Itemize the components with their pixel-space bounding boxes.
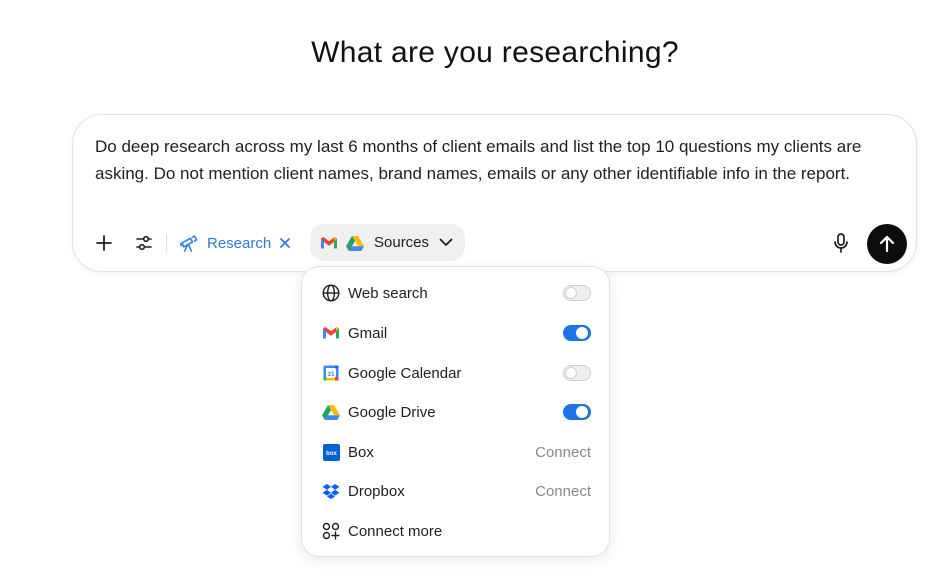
- menu-item-label: Box: [348, 443, 374, 461]
- composer-toolbar: Research Sources: [73, 224, 916, 264]
- google-calendar-icon: 31: [322, 364, 340, 382]
- chevron-down-icon: [439, 238, 453, 247]
- gmail-icon: [320, 236, 338, 250]
- menu-item-label: Connect more: [348, 522, 443, 540]
- send-button[interactable]: [867, 224, 907, 264]
- add-button[interactable]: [85, 224, 123, 262]
- dropbox-connect-link[interactable]: Connect: [535, 483, 591, 500]
- gmail-icon: [322, 324, 340, 342]
- prompt-input[interactable]: Do deep research across my last 6 months…: [95, 134, 895, 187]
- microphone-icon: [834, 233, 848, 253]
- box-connect-link[interactable]: Connect: [535, 444, 591, 461]
- menu-item-google-drive[interactable]: Google Drive: [302, 393, 609, 431]
- google-drive-icon: [346, 235, 364, 251]
- menu-item-label: Web search: [348, 284, 428, 302]
- arrow-up-icon: [879, 235, 895, 253]
- menu-item-connect-more[interactable]: Connect more: [302, 512, 609, 550]
- google-drive-icon: [322, 403, 340, 421]
- sources-chip[interactable]: Sources: [310, 224, 465, 261]
- svg-text:box: box: [326, 451, 337, 457]
- menu-item-web-search[interactable]: Web search: [302, 274, 609, 312]
- menu-item-gmail[interactable]: Gmail: [302, 314, 609, 352]
- research-chip-label: Research: [207, 234, 272, 252]
- box-icon: box: [322, 443, 340, 461]
- apps-add-icon: [322, 522, 340, 540]
- svg-text:31: 31: [327, 371, 335, 378]
- globe-icon: [322, 284, 340, 302]
- dropbox-icon: [322, 482, 340, 500]
- gmail-toggle[interactable]: [563, 325, 591, 341]
- prompt-composer: Do deep research across my last 6 months…: [72, 114, 917, 272]
- menu-item-label: Dropbox: [348, 482, 405, 500]
- close-icon[interactable]: [279, 237, 291, 249]
- page-title: What are you researching?: [311, 36, 679, 69]
- web-search-toggle[interactable]: [563, 285, 591, 301]
- sources-menu: Web search Gmail 31 Google Calendar Goog…: [301, 266, 610, 557]
- menu-item-label: Gmail: [348, 324, 388, 342]
- menu-item-label: Google Calendar: [348, 364, 462, 382]
- page: What are you researching? Do deep resear…: [0, 0, 943, 579]
- menu-item-dropbox[interactable]: Dropbox Connect: [302, 472, 609, 510]
- menu-item-box[interactable]: box Box Connect: [302, 433, 609, 471]
- menu-item-label: Google Drive: [348, 403, 436, 421]
- google-calendar-toggle[interactable]: [563, 365, 591, 381]
- sliders-icon: [136, 235, 152, 251]
- telescope-icon: [179, 234, 198, 253]
- sources-chip-label: Sources: [374, 234, 430, 251]
- tools-button[interactable]: [125, 224, 163, 262]
- menu-item-google-calendar[interactable]: 31 Google Calendar: [302, 354, 609, 392]
- toolbar-divider: [166, 234, 167, 252]
- plus-icon: [96, 235, 112, 251]
- google-drive-toggle[interactable]: [563, 404, 591, 420]
- microphone-button[interactable]: [822, 224, 860, 262]
- research-chip[interactable]: Research: [179, 224, 291, 262]
